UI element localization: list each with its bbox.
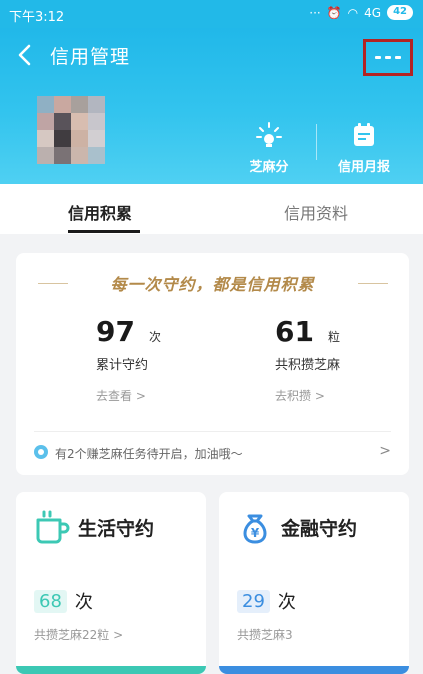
svg-text:¥: ¥: [251, 526, 260, 540]
monthly-report-label: 信用月报: [337, 160, 390, 175]
task-notice-text: 有2个赚芝麻任务待开启，加油哦～: [55, 447, 243, 461]
card-divider: [34, 431, 391, 432]
network-label: 4G: [364, 5, 382, 20]
tab-credit-accumulation[interactable]: 信用积累: [68, 200, 132, 224]
avatar[interactable]: [37, 96, 105, 164]
monthly-report-button[interactable]: 信用月报: [328, 120, 400, 175]
finance-promises-sesame-link[interactable]: 共攒芝麻3: [237, 626, 293, 643]
sesame-seeds-unit: 粒: [327, 330, 340, 344]
sesame-score-label: 芝麻分: [249, 160, 289, 175]
life-promises-title: 生活守约: [78, 518, 155, 540]
view-link[interactable]: 去查看 >: [96, 387, 226, 404]
credit-summary-card: 每一次守约，都是信用积累 97 次 累计守约 去查看 > 61 粒 共积攒芝麻 去积…: [16, 253, 409, 475]
kept-promises-stat: 97 次 累计守约 去查看 >: [96, 315, 226, 404]
money-bag-icon: ¥: [243, 514, 267, 544]
life-promises-count-value: 68: [34, 589, 67, 613]
more-button[interactable]: [363, 39, 413, 76]
slogan-line-right: [358, 283, 388, 284]
wifi-icon: ◠: [347, 5, 359, 20]
kept-promises-label: 累计守约: [96, 358, 149, 373]
tab-bar: 信用积累 信用资料: [0, 184, 423, 234]
sesame-seeds-stat: 61 粒 共积攒芝麻 去积攒 >: [275, 315, 405, 404]
chevron-right-icon: >: [379, 443, 391, 459]
finance-promises-title: 金融守约: [281, 518, 358, 540]
life-promises-sesame-link[interactable]: 共攒芝麻22粒 >: [34, 626, 123, 643]
header-divider: [316, 124, 317, 160]
battery-icon: 42: [387, 5, 413, 20]
life-promises-count: 68 次: [34, 588, 93, 614]
coffee-cup-icon: [36, 510, 70, 544]
life-promises-accent-bar: [16, 666, 206, 674]
life-promises-card[interactable]: 生活守约 68 次 共攒芝麻22粒 >: [16, 492, 206, 674]
finance-promises-count-value: 29: [237, 589, 270, 613]
sesame-seeds-value: 61: [275, 315, 314, 348]
page-title: 信用管理: [50, 46, 131, 68]
alarm-icon: ⏰: [326, 5, 342, 20]
back-arrow-icon[interactable]: [12, 42, 38, 68]
sesame-seeds-label: 共积攒芝麻: [275, 358, 341, 373]
finance-promises-accent-bar: [219, 666, 409, 674]
info-dot-icon: [34, 445, 48, 459]
tab-credit-profile[interactable]: 信用资料: [284, 200, 348, 224]
status-icons: ··· ⏰ ◠ 4G 42: [309, 5, 413, 20]
life-promises-count-unit: 次: [74, 592, 93, 613]
slogan-text: 每一次守约，都是信用积累: [110, 275, 315, 294]
more-dots-icon: [375, 56, 381, 59]
status-time: 下午3:12: [9, 10, 65, 25]
kept-promises-unit: 次: [148, 330, 161, 344]
dots-icon: ···: [309, 5, 321, 20]
collect-link[interactable]: 去积攒 >: [275, 387, 405, 404]
header: 信用管理 芝麻分 信用月报: [0, 28, 423, 184]
active-tab-indicator: [68, 230, 140, 233]
finance-promises-card[interactable]: ¥ 金融守约 29 次 共攒芝麻3: [219, 492, 409, 674]
finance-promises-count-unit: 次: [277, 592, 296, 613]
monthly-report-icon: [354, 123, 374, 146]
sesame-score-icon: [256, 122, 282, 147]
kept-promises-value: 97: [96, 315, 135, 348]
sesame-score-button[interactable]: 芝麻分: [233, 120, 305, 175]
finance-promises-count: 29 次: [237, 588, 296, 614]
task-notice[interactable]: 有2个赚芝麻任务待开启，加油哦～ >: [34, 443, 391, 463]
status-bar: 下午3:12 ··· ⏰ ◠ 4G 42: [0, 0, 423, 28]
